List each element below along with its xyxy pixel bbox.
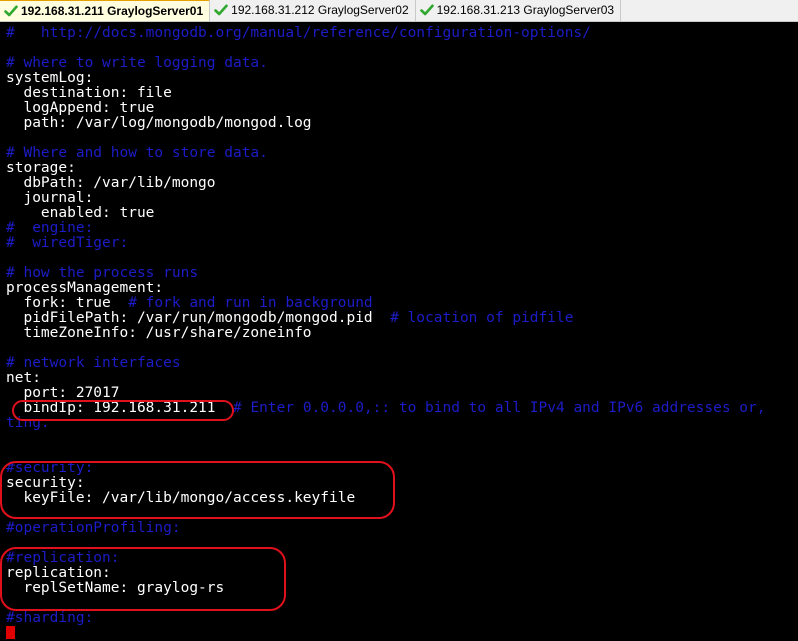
comment-text: # location of pidfile bbox=[390, 310, 574, 326]
config-text: net: bbox=[6, 370, 41, 386]
check-icon bbox=[4, 4, 18, 18]
config-text: path: /var/log/mongodb/mongod.log bbox=[6, 115, 312, 131]
tab-label: 192.168.31.211 GraylogServer01 bbox=[21, 4, 204, 18]
comment-text: # wiredTiger: bbox=[6, 235, 129, 251]
tab-label: 192.168.31.212 GraylogServer02 bbox=[231, 3, 409, 17]
terminal-line: systemLog: bbox=[6, 71, 93, 86]
terminal-line: port: 27017 bbox=[6, 385, 120, 401]
terminal-line: #operationProfiling: bbox=[6, 521, 181, 536]
replication-highlight-oval bbox=[0, 547, 286, 611]
comment-text: #operationProfiling: bbox=[6, 520, 181, 536]
config-text: processManagement: bbox=[6, 280, 164, 296]
terminal-line: # wiredTiger: bbox=[6, 236, 128, 251]
terminal-cursor bbox=[6, 626, 15, 639]
config-text: port: 27017 bbox=[6, 385, 120, 401]
terminal-line: net: bbox=[6, 371, 41, 386]
terminal-line: # http://docs.mongodb.org/manual/referen… bbox=[6, 26, 591, 41]
tab-graylogserver03[interactable]: 192.168.31.213 GraylogServer03 bbox=[416, 0, 622, 21]
terminal-line: # engine: bbox=[6, 221, 93, 236]
comment-text: # how the process runs bbox=[6, 265, 199, 281]
terminal-output[interactable]: #sharding: replSetName: graylog-rs replic… bbox=[0, 22, 798, 641]
terminal-line: #sharding: bbox=[6, 611, 93, 626]
session-tab-bar: 192.168.31.211 GraylogServer01 192.168.3… bbox=[0, 0, 798, 22]
terminal-line: dbPath: /var/lib/mongo bbox=[6, 175, 216, 191]
check-icon bbox=[214, 3, 228, 17]
config-text: storage: bbox=[6, 160, 76, 176]
terminal-line: # network interfaces bbox=[6, 356, 181, 371]
config-text: enabled: true bbox=[6, 205, 155, 221]
terminal-line: storage: bbox=[6, 161, 76, 176]
config-text: dbPath: /var/lib/mongo bbox=[6, 175, 216, 191]
comment-text: # Where and how to store data. bbox=[6, 145, 268, 161]
security-highlight-oval bbox=[0, 461, 395, 519]
terminal-line: pidFilePath: /var/run/mongodb/mongod.pid… bbox=[6, 311, 573, 326]
check-icon bbox=[419, 3, 434, 17]
terminal-line: # how the process runs bbox=[6, 266, 198, 281]
comment-text: # Enter 0.0.0.0,:: to bind to all IPv4 a… bbox=[232, 400, 766, 416]
terminal-line: enabled: true bbox=[6, 205, 155, 221]
tab-graylogserver02[interactable]: 192.168.31.212 GraylogServer02 bbox=[210, 0, 416, 21]
terminal-line: # where to write logging data. bbox=[6, 56, 268, 71]
config-text: journal: bbox=[6, 190, 94, 206]
terminal-line: destination: file bbox=[6, 85, 172, 101]
comment-text: # where to write logging data. bbox=[6, 55, 268, 71]
comment-text: # network interfaces bbox=[6, 355, 181, 371]
comment-text: # http://docs.mongodb.org/manual/referen… bbox=[6, 25, 591, 41]
bindip-highlight-oval bbox=[12, 400, 234, 421]
terminal-line: processManagement: bbox=[6, 281, 163, 296]
terminal-line: fork: true # fork and run in background bbox=[6, 295, 373, 311]
terminal-line: path: /var/log/mongodb/mongod.log bbox=[6, 115, 312, 131]
config-text: logAppend: true bbox=[6, 100, 155, 116]
terminal-line: # Where and how to store data. bbox=[6, 146, 268, 161]
tab-label: 192.168.31.213 GraylogServer03 bbox=[436, 3, 615, 17]
config-text: pidFilePath: /var/run/mongodb/mongod.pid bbox=[6, 310, 391, 326]
comment-text: #sharding: bbox=[6, 610, 94, 626]
terminal-line: timeZoneInfo: /usr/share/zoneinfo bbox=[6, 325, 312, 341]
tab-graylogserver01[interactable]: 192.168.31.211 GraylogServer01 bbox=[0, 0, 211, 21]
config-text: destination: file bbox=[6, 85, 172, 101]
terminal-line: journal: bbox=[6, 191, 93, 206]
comment-text: # engine: bbox=[6, 220, 94, 236]
config-text: fork: true bbox=[6, 295, 129, 311]
terminal-line: logAppend: true bbox=[6, 101, 154, 116]
comment-text: # fork and run in background bbox=[128, 295, 373, 311]
config-text: timeZoneInfo: /usr/share/zoneinfo bbox=[6, 325, 312, 341]
config-text: systemLog: bbox=[6, 70, 94, 86]
